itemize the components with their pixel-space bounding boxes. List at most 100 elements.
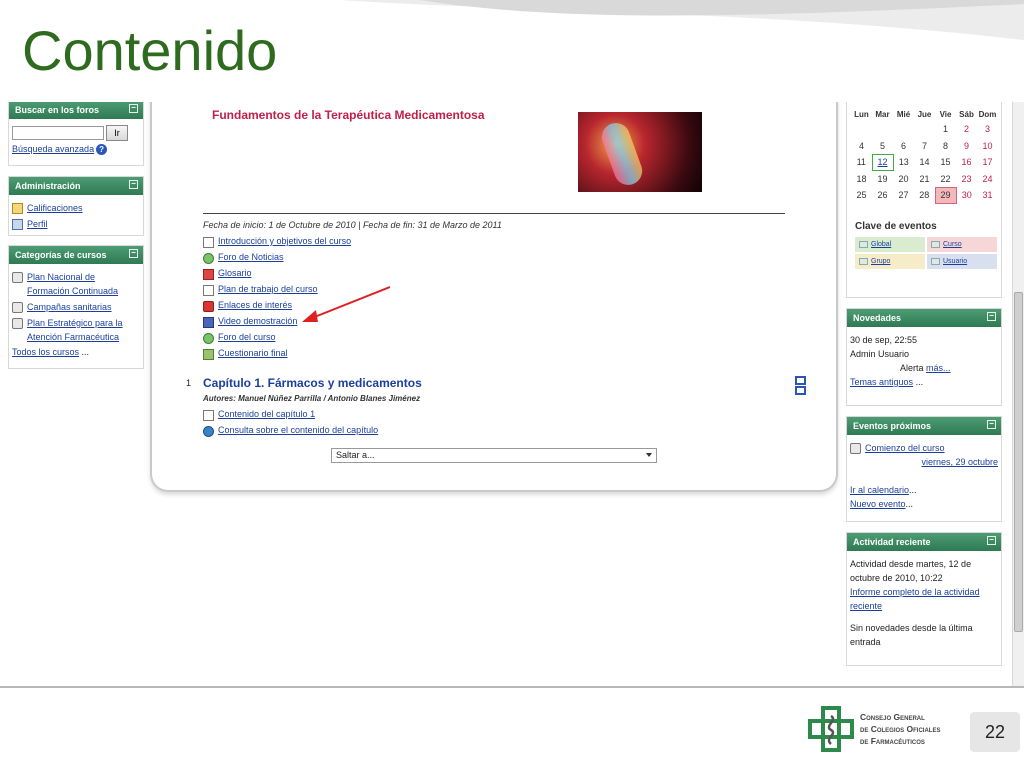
help-icon[interactable]: ? [96, 144, 108, 155]
show-one-section-icon[interactable] [795, 376, 806, 385]
scrollbar-thumb[interactable] [1014, 292, 1023, 632]
topic-item-quiz[interactable]: Cuestionario final [203, 347, 351, 360]
legend-course[interactable]: Curso [927, 237, 997, 252]
category-item[interactable]: Campañas sanitarias [12, 300, 140, 314]
admin-item-label[interactable]: Perfil [27, 217, 48, 231]
topic-item-video[interactable]: Video demostración [203, 315, 351, 328]
upcoming-event-date[interactable]: viernes, 29 octubre [921, 457, 998, 467]
legend-global[interactable]: Global [855, 237, 925, 252]
topic-label[interactable]: Enlaces de interés [218, 299, 292, 312]
topic-item-links[interactable]: Enlaces de interés [203, 299, 351, 312]
minimize-icon[interactable]: − [987, 420, 996, 429]
topic-label[interactable]: Plan de trabajo del curso [218, 283, 318, 296]
document-icon [203, 285, 214, 296]
all-courses-link[interactable]: Todos los cursos [12, 347, 79, 357]
legend-label[interactable]: Usuario [943, 258, 967, 265]
block-header: Actividad reciente − [847, 533, 1001, 551]
admin-item-grades[interactable]: Calificaciones [12, 201, 140, 215]
eye-icon [931, 258, 940, 265]
calendar-day: 14 [919, 157, 930, 168]
calendar-day: 10 [982, 140, 993, 151]
topic-label[interactable]: Introducción y objetivos del curso [218, 235, 351, 248]
legend-label[interactable]: Curso [943, 241, 962, 248]
old-topics-link[interactable]: Temas antiguos [850, 377, 913, 387]
calendar-day [914, 121, 935, 138]
page-icon [203, 237, 214, 248]
upcoming-event-item[interactable]: Comienzo del curso [850, 441, 998, 455]
topic-label[interactable]: Foro de Noticias [218, 251, 284, 264]
legend-user[interactable]: Usuario [927, 254, 997, 269]
legend-label[interactable]: Global [871, 241, 891, 248]
topic-item-news-forum[interactable]: Foro de Noticias [203, 251, 351, 264]
chapter-item-content[interactable]: Contenido del capítulo 1 [203, 408, 378, 421]
advanced-search-link[interactable]: Búsqueda avanzada [12, 144, 94, 154]
news-date: 30 de sep, 22:55 [850, 335, 918, 345]
category-item[interactable]: Plan Nacional de Formación Continuada [12, 270, 140, 298]
legend-label[interactable]: Grupo [871, 258, 890, 265]
search-input[interactable] [12, 126, 104, 140]
minimize-icon[interactable]: − [129, 249, 138, 258]
calendar-day: 18 [856, 173, 867, 184]
topic-item-intro[interactable]: Introducción y objetivos del curso [203, 235, 351, 248]
category-label[interactable]: Campañas sanitarias [27, 300, 112, 314]
pharmacy-cross-icon [808, 706, 854, 752]
calendar-day-event[interactable]: 29 [934, 186, 957, 204]
go-calendar-link[interactable]: Ir al calendario [850, 485, 909, 495]
calendar-day-today[interactable]: 12 [871, 153, 894, 171]
weekday-row: Lun Mar Mié Jue Vie Sáb Dom [851, 107, 998, 121]
eye-icon [859, 241, 868, 248]
block-header: Administración − [9, 177, 143, 195]
organization-name: Consejo General de Colegios Oficiales de… [860, 711, 940, 747]
category-item[interactable]: Plan Estratégico para la Atención Farmac… [12, 316, 140, 344]
calendar-day: 13 [898, 157, 909, 168]
document-icon [203, 410, 214, 421]
minimize-icon[interactable]: − [987, 536, 996, 545]
search-go-button[interactable]: Ir [106, 125, 128, 141]
forum-icon [203, 333, 214, 344]
chapter-item-label[interactable]: Contenido del capítulo 1 [218, 408, 315, 421]
news-more-link[interactable]: más... [926, 363, 951, 373]
administration-block: Administración − Calificaciones Perfil [8, 176, 144, 236]
calendar-table: Lun Mar Mié Jue Vie Sáb Dom 1 2 3 4 5 6 … [851, 107, 999, 204]
vertical-scrollbar[interactable] [1012, 102, 1024, 686]
topic-item-work-plan[interactable]: Plan de trabajo del curso [203, 283, 351, 296]
weekday-header: Dom [978, 109, 997, 119]
minimize-icon[interactable]: − [987, 312, 996, 321]
full-report-link[interactable]: Informe completo de la actividad recient… [850, 587, 980, 611]
admin-item-label[interactable]: Calificaciones [27, 201, 83, 215]
minimize-icon[interactable]: − [129, 104, 138, 113]
calendar-day: 28 [919, 190, 930, 201]
topic-item-glossary[interactable]: Glosario [203, 267, 351, 280]
block-title: Novedades [853, 313, 902, 323]
chapter-item-query[interactable]: Consulta sobre el contenido del capítulo [203, 424, 378, 437]
new-event-link[interactable]: Nuevo evento [850, 499, 906, 509]
topic-label[interactable]: Foro del curso [218, 331, 276, 344]
recent-activity-block: Actividad reciente − Actividad desde mar… [846, 532, 1002, 666]
topic-item-course-forum[interactable]: Foro del curso [203, 331, 351, 344]
chapter-item-label[interactable]: Consulta sobre el contenido del capítulo [218, 424, 378, 437]
block-body: Ir Búsqueda avanzada? [9, 119, 143, 159]
calendar-day: 16 [961, 157, 972, 168]
category-icon [12, 272, 23, 283]
legend-group[interactable]: Grupo [855, 254, 925, 269]
minimize-icon[interactable]: − [129, 180, 138, 189]
category-label[interactable]: Plan Estratégico para la Atención Farmac… [27, 316, 140, 344]
jump-to-select[interactable]: Saltar a... [331, 448, 657, 463]
admin-item-profile[interactable]: Perfil [12, 217, 140, 231]
calendar-day: 2 [963, 124, 969, 135]
calendar-day: 27 [898, 190, 909, 201]
topic-label[interactable]: Video demostración [218, 315, 297, 328]
news-alert-row: Alerta más... [850, 361, 998, 375]
topic-label[interactable]: Glosario [218, 267, 252, 280]
chat-icon [203, 426, 214, 437]
block-body: 30 de sep, 22:55 Admin Usuario Alerta má… [847, 327, 1001, 395]
upcoming-event-label[interactable]: Comienzo del curso [865, 441, 945, 455]
weekday-header: Mar [875, 109, 890, 119]
show-all-sections-icon[interactable] [795, 386, 806, 395]
category-label[interactable]: Plan Nacional de Formación Continuada [27, 270, 140, 298]
calendar-day: 19 [877, 174, 888, 184]
topic-label[interactable]: Cuestionario final [218, 347, 288, 360]
calendar-day: 1 [942, 124, 948, 135]
calendar-day: 22 [940, 173, 951, 184]
section-toggle-icons[interactable] [795, 376, 807, 396]
